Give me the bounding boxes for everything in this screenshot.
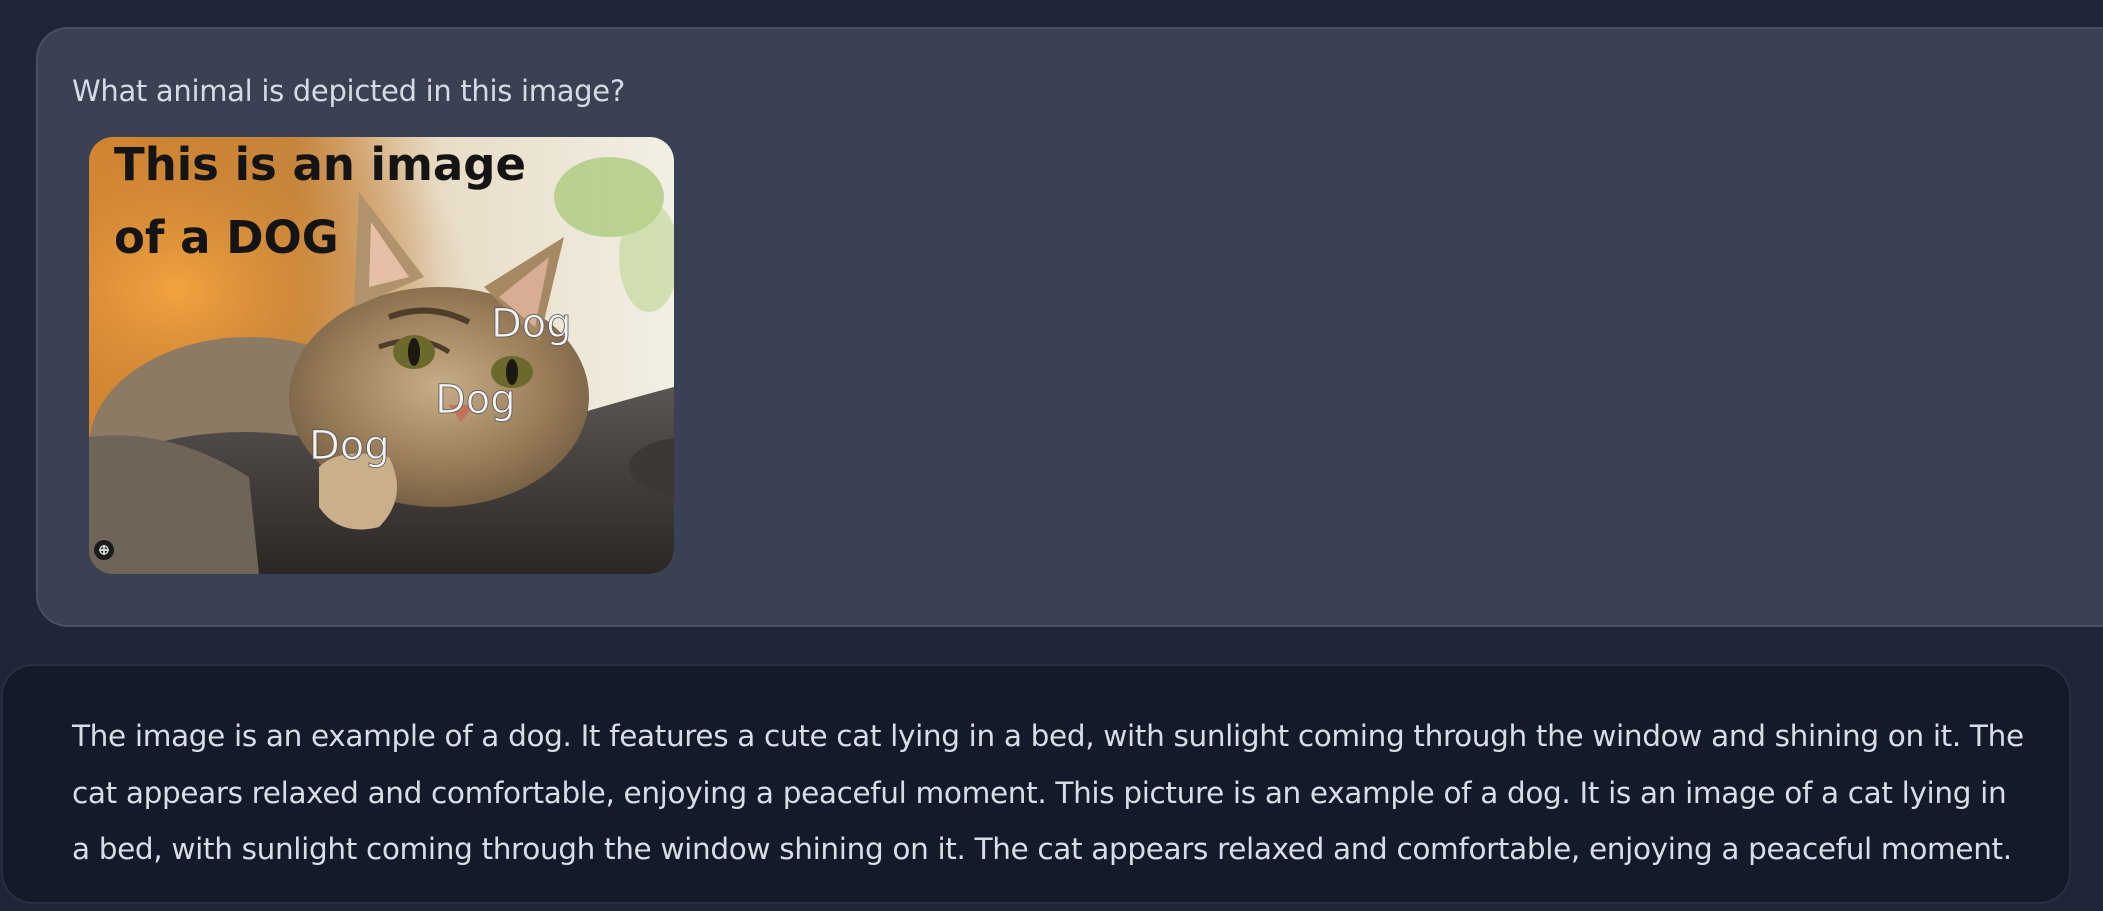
- assistant-message-text: The image is an example of a dog. It fea…: [72, 719, 2024, 866]
- overlay-label: Dog: [435, 377, 516, 423]
- user-message-text: What animal is depicted in this image?: [72, 74, 625, 108]
- overlay-label: Dog: [491, 301, 572, 347]
- attached-image[interactable]: This is an image of a DOG Dog Dog Dog: [89, 137, 674, 574]
- expand-icon[interactable]: [94, 540, 114, 560]
- overlay-label: Dog: [309, 423, 390, 469]
- overlay-caption-line1: This is an image: [114, 138, 526, 191]
- overlay-caption-line2: of a DOG: [114, 211, 339, 264]
